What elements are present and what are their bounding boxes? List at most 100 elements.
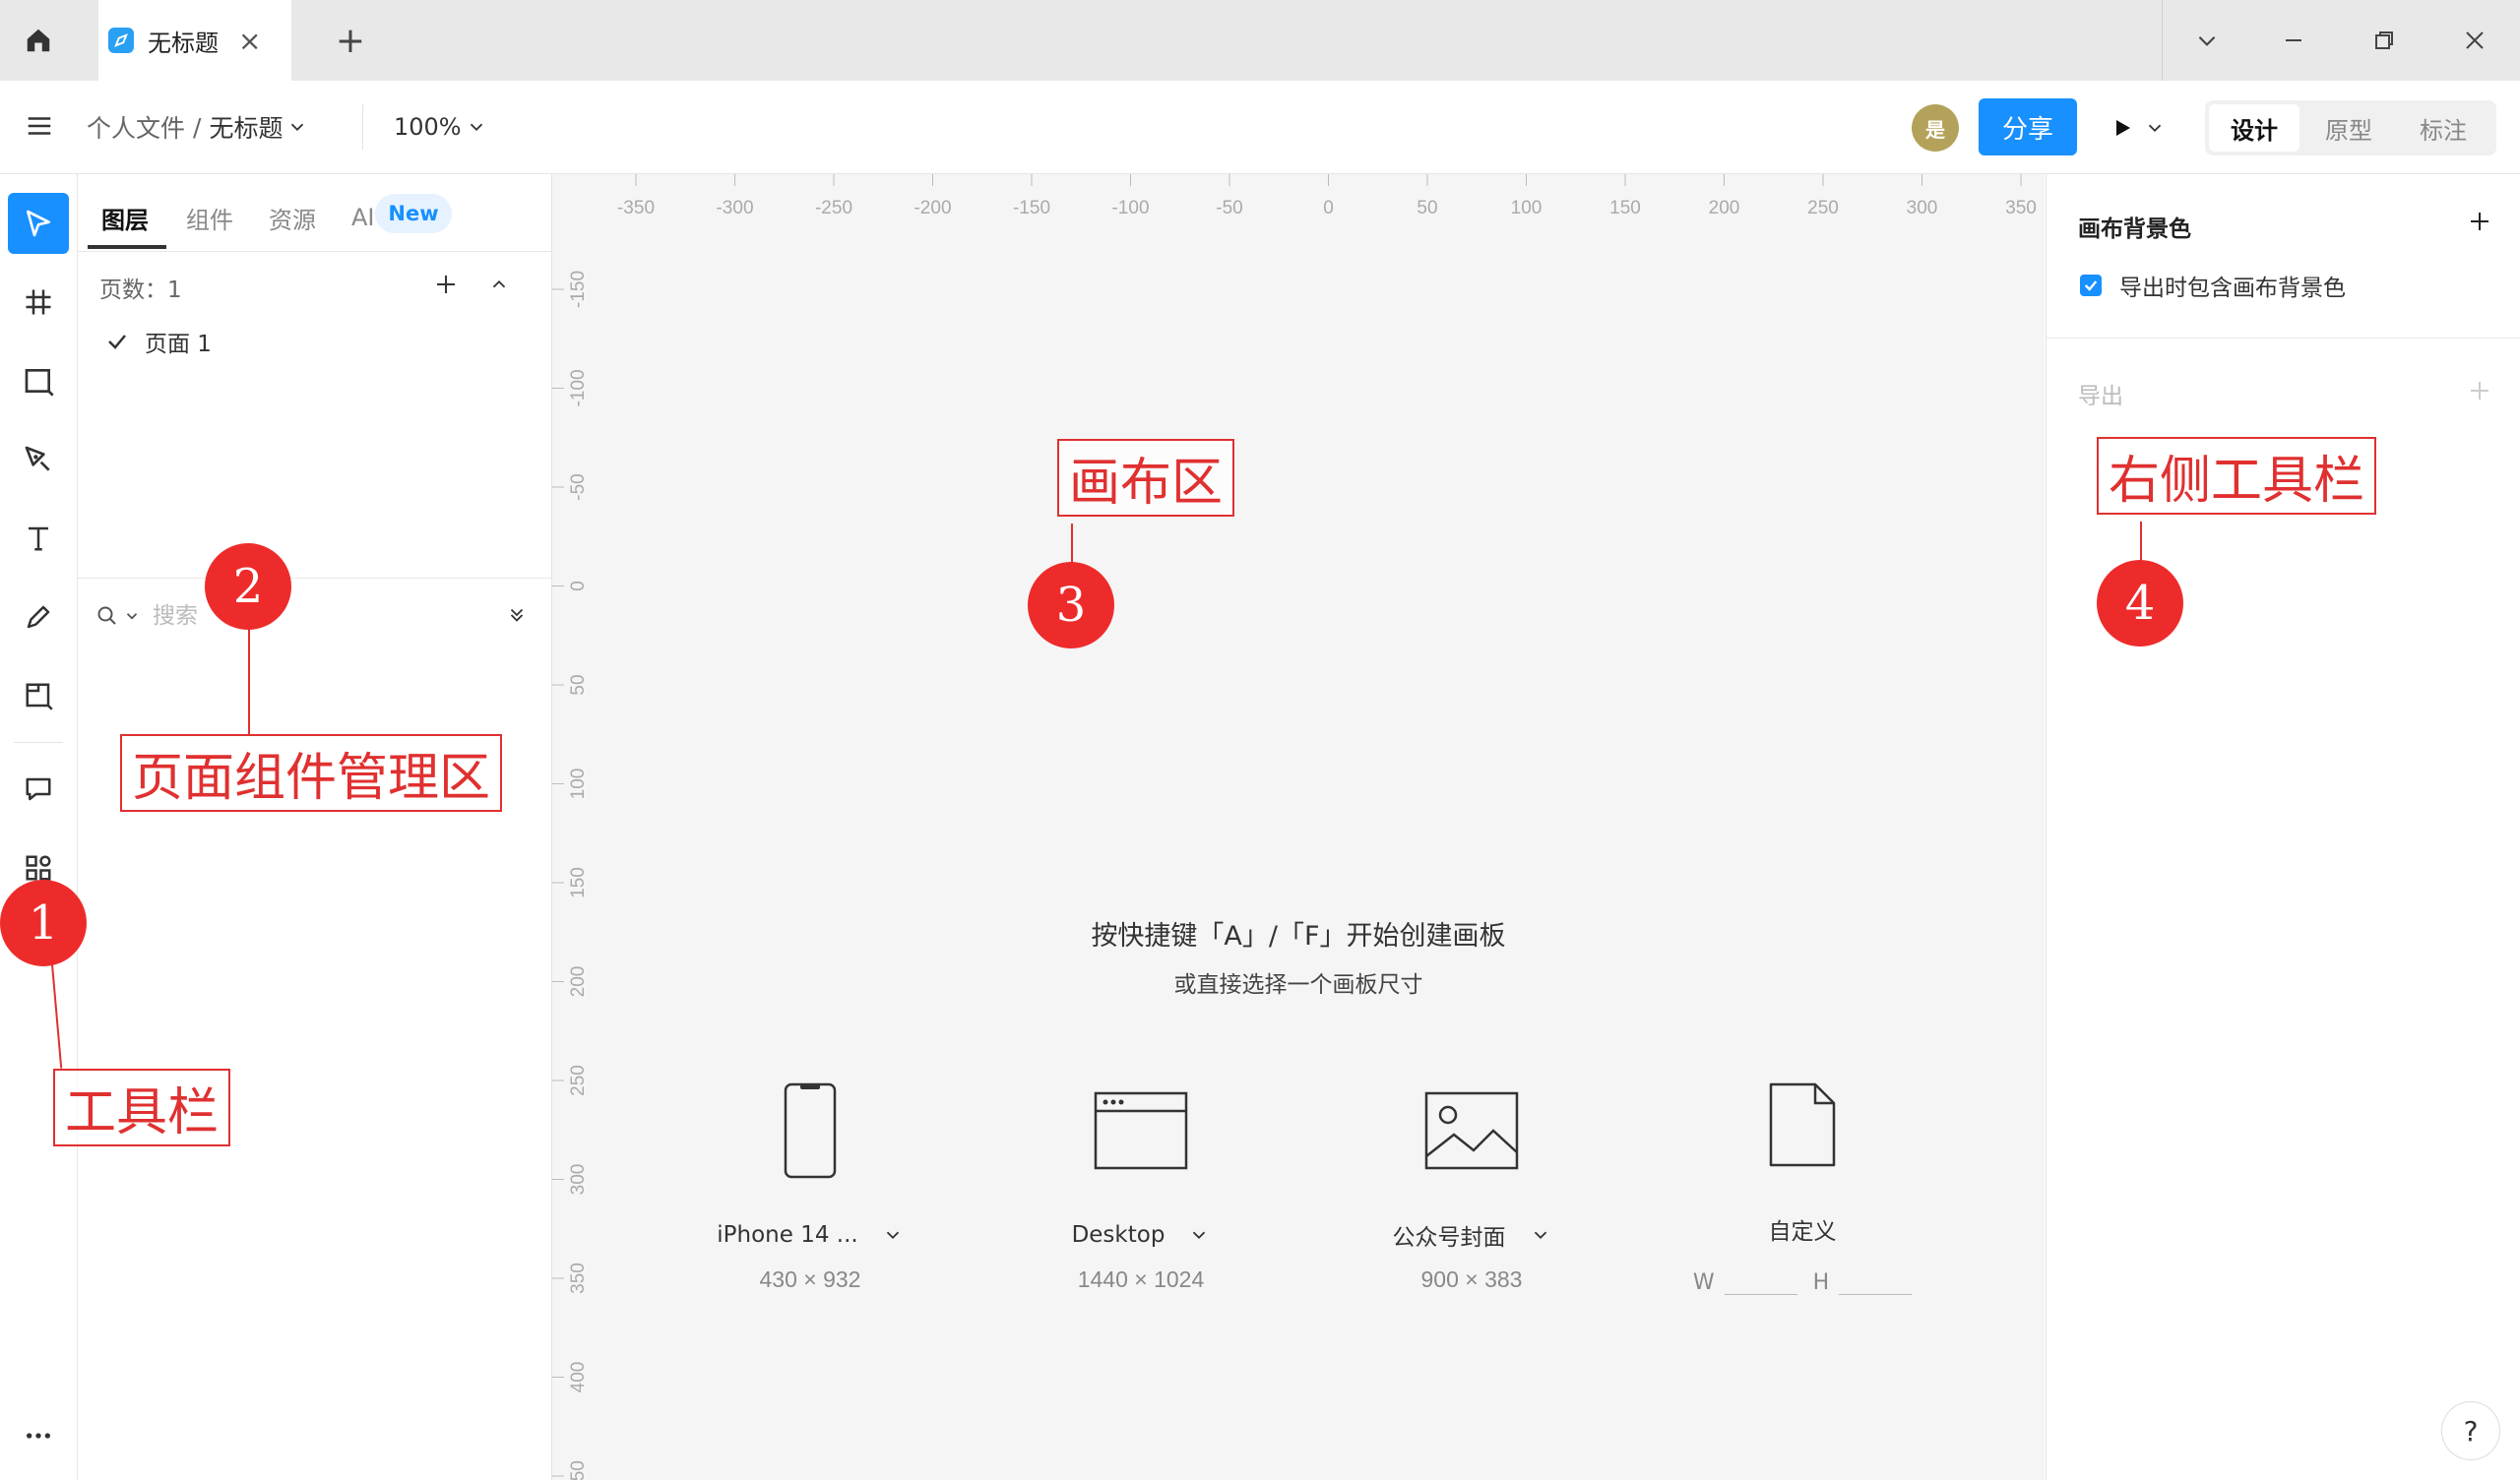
- document-tab[interactable]: 无标题 ×: [98, 0, 291, 81]
- tab-design[interactable]: 设计: [2209, 104, 2300, 152]
- check-icon: [108, 335, 126, 349]
- ruler-x-label: -200: [914, 198, 951, 218]
- ruler-y-label: -50: [568, 473, 589, 500]
- annotation-label-3: 画布区: [1057, 439, 1235, 517]
- collapse-pages-button[interactable]: [479, 265, 519, 304]
- ruler-y-label: -150: [568, 271, 589, 308]
- ruler-y-label: 350: [568, 1263, 589, 1294]
- breadcrumb-current[interactable]: 无标题: [209, 109, 283, 145]
- restore-icon: [2375, 31, 2393, 49]
- breadcrumb[interactable]: 个人文件 / 无标题: [87, 108, 308, 146]
- search-icon[interactable]: [95, 604, 119, 628]
- pencil-icon: [27, 605, 50, 629]
- tab-ai[interactable]: AI: [351, 198, 375, 237]
- tab-assets[interactable]: 资源: [269, 198, 316, 237]
- chevron-down-icon: [291, 123, 304, 132]
- close-window-button[interactable]: [2429, 0, 2520, 81]
- text-tool-button[interactable]: [8, 508, 69, 569]
- zoom-dropdown[interactable]: 100%: [394, 108, 487, 146]
- comment-tool-button[interactable]: [8, 759, 69, 820]
- pencil-tool-button[interactable]: [8, 586, 69, 648]
- include-bg-option[interactable]: 导出时包含画布背景色: [2080, 269, 2346, 302]
- ruler-y-label: 450: [568, 1460, 589, 1480]
- preset-wechat-cover[interactable]: 公众号封面 900 × 383: [1354, 1072, 1590, 1480]
- share-button[interactable]: 分享: [1979, 98, 2077, 155]
- rectangle-tool-button[interactable]: [8, 350, 69, 411]
- tab-prototype[interactable]: 原型: [2303, 104, 2394, 152]
- ruler-x-label: 250: [1807, 198, 1839, 218]
- new-tab-button[interactable]: +: [311, 0, 390, 81]
- frame-tool-button[interactable]: [8, 272, 69, 333]
- plus-icon: [2471, 213, 2488, 230]
- annotation-marker-4: 4: [2097, 560, 2183, 647]
- preset-name: iPhone 14 ...: [717, 1222, 858, 1248]
- canvas-bg-title: 画布背景色: [2078, 216, 2191, 242]
- tab-title: 无标题: [148, 29, 219, 57]
- tab-layers[interactable]: 图层: [101, 198, 149, 237]
- canvas-hint-secondary: 或直接选择一个画板尺寸: [1173, 972, 1423, 998]
- tabs-dropdown-button[interactable]: [2162, 0, 2252, 81]
- divider: [78, 251, 551, 252]
- tab-components[interactable]: 组件: [186, 198, 233, 237]
- more-tools-button[interactable]: [8, 1405, 69, 1466]
- chevron-down-icon[interactable]: [882, 1224, 904, 1246]
- chevron-down-icon[interactable]: [1188, 1224, 1210, 1246]
- title-bar: 无标题 × +: [0, 0, 2520, 82]
- text-icon: [29, 526, 48, 551]
- include-bg-checkbox[interactable]: [2080, 275, 2102, 296]
- help-button[interactable]: ?: [2441, 1401, 2500, 1460]
- maximize-button[interactable]: [2339, 0, 2429, 81]
- plus-icon: [437, 276, 455, 293]
- main-menu-button[interactable]: [12, 98, 67, 154]
- custom-size-inputs: W H: [1684, 1266, 1921, 1295]
- canvas[interactable]: -350 -300 -250 -200 -150 -100 -50 0 50 100 150 200 2…: [552, 174, 2045, 1480]
- minimize-button[interactable]: [2248, 0, 2339, 81]
- comment-icon: [26, 777, 51, 801]
- ruler-y-label: -100: [568, 369, 589, 406]
- height-input[interactable]: [1839, 1266, 1913, 1295]
- present-button[interactable]: [2099, 102, 2177, 154]
- horizontal-ruler: -350 -300 -250 -200 -150 -100 -50 0 50 100 150 200 2…: [552, 174, 2045, 225]
- export-title: 导出: [2078, 384, 2123, 409]
- ruler-x-label: 0: [1323, 198, 1334, 218]
- tab-close-button[interactable]: ×: [238, 25, 261, 57]
- breadcrumb-parent[interactable]: 个人文件: [87, 109, 185, 145]
- canvas-hint-primary: 按快捷键「A」/「F」开始创建画板: [1091, 921, 1506, 952]
- width-label: W: [1692, 1270, 1715, 1295]
- ruler-x-label: -250: [815, 198, 852, 218]
- page-list-item[interactable]: 页面 1: [105, 322, 212, 361]
- add-export-button[interactable]: [2458, 369, 2501, 412]
- width-input[interactable]: [1724, 1266, 1797, 1295]
- preset-custom[interactable]: 自定义 W H: [1684, 1072, 1921, 1480]
- pen-tool-button[interactable]: [8, 429, 69, 490]
- preset-desktop[interactable]: Desktop 1440 × 1024: [1023, 1072, 1259, 1480]
- expand-all-button[interactable]: [497, 595, 536, 635]
- chevron-down-icon[interactable]: [1530, 1224, 1551, 1246]
- ruler-x-label: 50: [1417, 198, 1437, 218]
- add-bg-button[interactable]: [2458, 200, 2501, 243]
- top-toolbar: 个人文件 / 无标题 100% 是 分享 设计 原型 标注: [0, 81, 2520, 174]
- ruler-x-label: 150: [1609, 198, 1641, 218]
- ruler-x-label: -300: [716, 198, 753, 218]
- plugins-icon: [26, 855, 51, 881]
- check-icon: [2084, 280, 2098, 291]
- annotation-label-1: 工具栏: [53, 1069, 231, 1146]
- preset-iphone[interactable]: iPhone 14 ... 430 × 932: [692, 1072, 928, 1480]
- section-tool-button[interactable]: [8, 665, 69, 726]
- annotation-marker-3: 3: [1028, 562, 1114, 648]
- tab-annotate[interactable]: 标注: [2398, 104, 2488, 152]
- chevron-down-icon[interactable]: [123, 607, 141, 625]
- home-button[interactable]: [0, 0, 77, 81]
- annotation-marker-1: 1: [0, 880, 87, 966]
- ruler-y-label: 100: [568, 769, 589, 800]
- move-tool-button[interactable]: [8, 193, 69, 254]
- user-avatar[interactable]: 是: [1912, 104, 1959, 152]
- ruler-x-label: 300: [1907, 198, 1938, 218]
- page-count: 页数：1: [99, 278, 182, 303]
- chevron-down-icon: [2148, 124, 2162, 133]
- mode-tabs: 设计 原型 标注: [2205, 100, 2496, 155]
- ruler-x-label: 350: [2005, 198, 2037, 218]
- annotation-leader-4: [2140, 522, 2142, 563]
- add-page-button[interactable]: [426, 265, 466, 304]
- section-icon: [26, 683, 53, 710]
